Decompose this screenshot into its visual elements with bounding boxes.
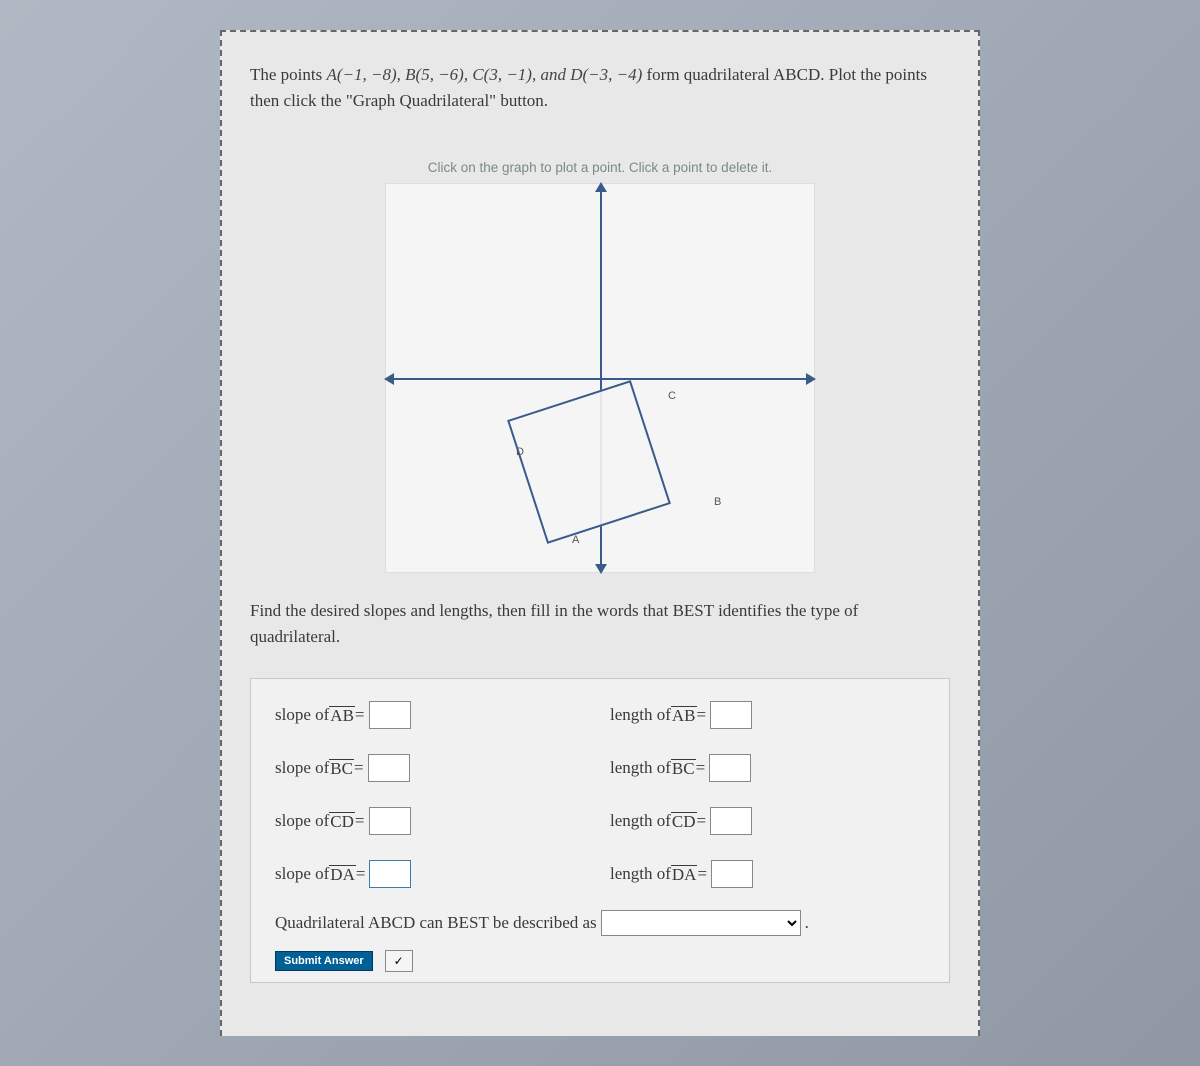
segment-da: DA — [329, 865, 356, 885]
classify-text: Quadrilateral ABCD can BEST be described… — [275, 913, 597, 933]
segment-ab-2: AB — [671, 706, 697, 726]
length-da-input[interactable] — [711, 860, 753, 888]
slope-bc-row: slope of BC = — [275, 754, 590, 782]
length-cd-input[interactable] — [710, 807, 752, 835]
segment-da-2: DA — [671, 865, 698, 885]
length-da-row: length of DA = — [610, 860, 925, 888]
submit-button[interactable]: Submit Answer — [275, 951, 373, 971]
slope-da-label: slope of — [275, 864, 329, 884]
classify-period: . — [805, 913, 809, 933]
slope-cd-input[interactable] — [369, 807, 411, 835]
arrow-up-icon — [595, 182, 607, 192]
worksheet-container: The points A(−1, −8), B(5, −6), C(3, −1)… — [220, 30, 980, 1036]
slope-bc-input[interactable] — [368, 754, 410, 782]
eq: = — [697, 864, 707, 884]
eq: = — [354, 758, 364, 778]
arrow-right-icon — [806, 373, 816, 385]
slope-ab-label: slope of — [275, 705, 329, 725]
answer-panel: slope of AB = length of AB = slope of BC… — [250, 678, 950, 983]
segment-bc-2: BC — [671, 759, 696, 779]
eq: = — [355, 811, 365, 831]
slope-bc-label: slope of — [275, 758, 329, 778]
slope-da-row: slope of DA = — [275, 860, 590, 888]
check-button[interactable]: ✓ — [385, 950, 413, 972]
segment-cd: CD — [329, 812, 355, 832]
point-label-b: B — [714, 496, 721, 508]
arrow-left-icon — [384, 373, 394, 385]
length-ab-input[interactable] — [710, 701, 752, 729]
eq: = — [355, 705, 365, 725]
task-statement: Find the desired slopes and lengths, the… — [250, 598, 950, 651]
problem-points: A(−1, −8), B(5, −6), C(3, −1), and D(−3,… — [327, 65, 643, 84]
segment-bc: BC — [329, 759, 354, 779]
length-bc-input[interactable] — [709, 754, 751, 782]
classify-select[interactable] — [601, 910, 801, 936]
arrow-down-icon — [595, 564, 607, 574]
problem-intro: The points — [250, 65, 327, 84]
submit-row: Submit Answer ✓ — [275, 950, 925, 972]
eq: = — [356, 864, 366, 884]
slope-cd-label: slope of — [275, 811, 329, 831]
quadrilateral-shape — [507, 380, 671, 544]
length-ab-row: length of AB = — [610, 701, 925, 729]
length-da-label: length of — [610, 864, 671, 884]
slope-da-input[interactable] — [369, 860, 411, 888]
slope-ab-row: slope of AB = — [275, 701, 590, 729]
segment-ab: AB — [329, 706, 355, 726]
point-label-a: A — [572, 534, 579, 546]
field-grid: slope of AB = length of AB = slope of BC… — [275, 701, 925, 888]
slope-ab-input[interactable] — [369, 701, 411, 729]
point-label-d: D — [516, 446, 524, 458]
segment-cd-2: CD — [671, 812, 697, 832]
problem-statement: The points A(−1, −8), B(5, −6), C(3, −1)… — [250, 62, 950, 115]
graph-instruction: Click on the graph to plot a point. Clic… — [250, 160, 950, 175]
length-cd-row: length of CD = — [610, 807, 925, 835]
length-ab-label: length of — [610, 705, 671, 725]
eq: = — [697, 705, 707, 725]
classify-row: Quadrilateral ABCD can BEST be described… — [275, 910, 925, 936]
eq: = — [697, 811, 707, 831]
length-cd-label: length of — [610, 811, 671, 831]
eq: = — [696, 758, 706, 778]
length-bc-label: length of — [610, 758, 671, 778]
slope-cd-row: slope of CD = — [275, 807, 590, 835]
coordinate-grid[interactable]: A B C D — [385, 183, 815, 573]
length-bc-row: length of BC = — [610, 754, 925, 782]
point-label-c: C — [668, 390, 676, 402]
